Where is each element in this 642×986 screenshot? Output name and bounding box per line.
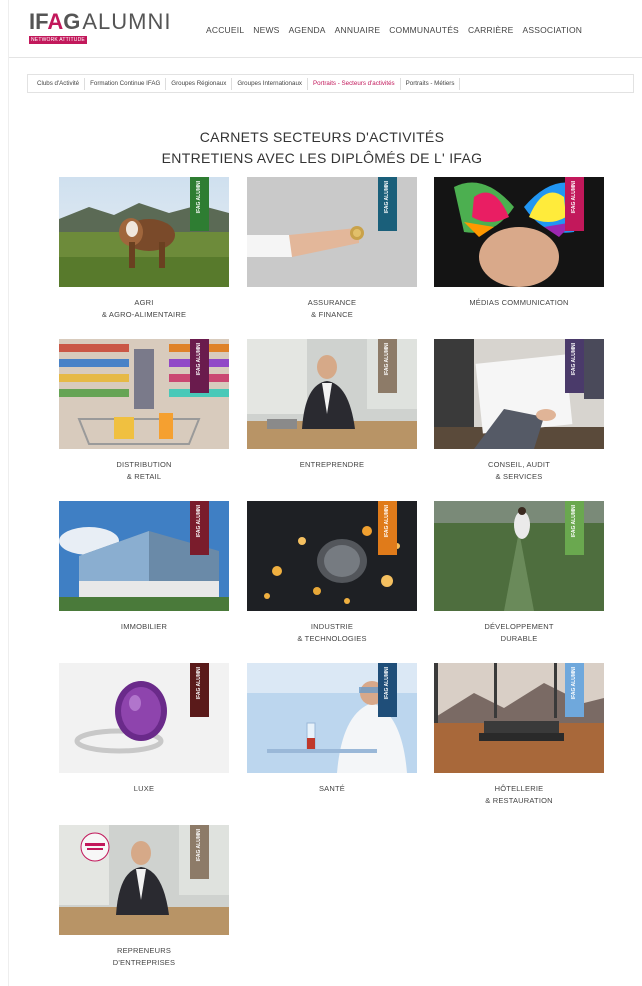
subnav-portraits-metiers[interactable]: Portraits - Métiers bbox=[401, 77, 461, 90]
sector-caption: AGRI & AGRO-ALIMENTAIRE bbox=[101, 298, 187, 319]
sector-card-entreprendre[interactable]: IFAG ALUMNI ENTREPRENDRE bbox=[247, 339, 417, 471]
lab-scientist-image: IFAG ALUMNI bbox=[247, 663, 417, 773]
sector-card-repreneurs[interactable]: IFAG ALUMNI REPRENEURS D'ENTREPRISES bbox=[59, 825, 229, 969]
nav-accueil[interactable]: ACCUEIL bbox=[206, 25, 244, 35]
ifag-alumni-logo[interactable]: IFAGALUMNI NETWORK ATTITUDE bbox=[29, 10, 171, 50]
sector-card-hotellerie[interactable]: IFAG ALUMNI HÔTELLERIE & RESTAURATION bbox=[434, 663, 604, 807]
sector-caption: LUXE bbox=[133, 784, 155, 793]
sector-caption: IMMOBILIER bbox=[120, 622, 168, 631]
ifag-alumni-ribbon: IFAG ALUMNI bbox=[190, 177, 209, 231]
ifag-alumni-ribbon: IFAG ALUMNI bbox=[378, 663, 397, 717]
sector-caption: HÔTELLERIE & RESTAURATION bbox=[485, 784, 553, 805]
page-subtitle: ENTRETIENS AVEC LES DIPLÔMÉS DE L' IFAG bbox=[161, 150, 483, 166]
sector-card-agri[interactable]: IFAG ALUMNI AGRI & AGRO-ALIMENTAIRE bbox=[59, 177, 229, 321]
ifag-alumni-ribbon: IFAG ALUMNI bbox=[190, 339, 209, 393]
amethyst-ring-image: IFAG ALUMNI bbox=[59, 663, 229, 773]
page-heading: CARNETS SECTEURS D'ACTIVITÉS ENTRETIENS … bbox=[1, 127, 642, 169]
ifag-alumni-ribbon: IFAG ALUMNI bbox=[378, 501, 397, 555]
nav-association[interactable]: ASSOCIATION bbox=[522, 25, 582, 35]
sector-card-immobilier[interactable]: IFAG ALUMNI IMMOBILIER bbox=[59, 501, 229, 633]
ifag-alumni-ribbon: IFAG ALUMNI bbox=[565, 177, 584, 231]
glass-building-image: IFAG ALUMNI bbox=[59, 501, 229, 611]
logo-alumni-text: ALUMNI bbox=[82, 9, 172, 34]
logo-ifag-text: IFAG bbox=[29, 9, 81, 34]
cow-in-meadow-image: IFAG ALUMNI bbox=[59, 177, 229, 287]
nav-agenda[interactable]: AGENDA bbox=[289, 25, 326, 35]
sector-caption: ASSURANCE & FINANCE bbox=[307, 298, 357, 319]
nav-carriere[interactable]: CARRIÈRE bbox=[468, 25, 514, 35]
ifag-alumni-ribbon: IFAG ALUMNI bbox=[565, 663, 584, 717]
sector-caption: CONSEIL, AUDIT & SERVICES bbox=[488, 460, 550, 481]
sector-caption: ENTREPRENDRE bbox=[299, 460, 365, 469]
subnav-groupes-regionaux[interactable]: Groupes Régionaux bbox=[166, 77, 233, 90]
sector-card-assurance[interactable]: IFAG ALUMNI ASSURANCE & FINANCE bbox=[247, 177, 417, 321]
sector-caption: REPRENEURS D'ENTREPRISES bbox=[112, 946, 176, 967]
sector-card-sante[interactable]: IFAG ALUMNI SANTÉ bbox=[247, 663, 417, 795]
sector-caption: MÉDIAS COMMUNICATION bbox=[469, 298, 569, 307]
nav-communautes[interactable]: COMMUNAUTÉS bbox=[389, 25, 459, 35]
light-bulb-bokeh-image: IFAG ALUMNI bbox=[247, 501, 417, 611]
ifag-alumni-ribbon: IFAG ALUMNI bbox=[378, 177, 397, 231]
supermarket-cart-image: IFAG ALUMNI bbox=[59, 339, 229, 449]
sector-card-industrie[interactable]: IFAG ALUMNI INDUSTRIE & TECHNOLOGIES bbox=[247, 501, 417, 645]
sector-caption: INDUSTRIE & TECHNOLOGIES bbox=[297, 622, 367, 643]
hotel-bed-mountains-image: IFAG ALUMNI bbox=[434, 663, 604, 773]
person-in-field-image: IFAG ALUMNI bbox=[434, 501, 604, 611]
sector-card-medias[interactable]: IFAG ALUMNI MÉDIAS COMMUNICATION bbox=[434, 177, 604, 309]
main-nav: ACCUEIL NEWS AGENDA ANNUAIRE COMMUNAUTÉS… bbox=[206, 25, 582, 35]
sector-caption: DÉVELOPPEMENT DURABLE bbox=[484, 622, 554, 643]
sector-card-luxe[interactable]: IFAG ALUMNI LUXE bbox=[59, 663, 229, 795]
nav-annuaire[interactable]: ANNUAIRE bbox=[335, 25, 381, 35]
page: IFAGALUMNI NETWORK ATTITUDE ACCUEIL NEWS… bbox=[8, 0, 642, 986]
site-header: IFAGALUMNI NETWORK ATTITUDE ACCUEIL NEWS… bbox=[9, 0, 642, 58]
ifag-alumni-ribbon: IFAG ALUMNI bbox=[565, 501, 584, 555]
businessman-office-image: IFAG ALUMNI bbox=[247, 339, 417, 449]
page-title: CARNETS SECTEURS D'ACTIVITÉS bbox=[199, 129, 445, 145]
businessman-office-image: IFAG ALUMNI bbox=[59, 825, 229, 935]
nav-news[interactable]: NEWS bbox=[253, 25, 279, 35]
ifag-alumni-ribbon: IFAG ALUMNI bbox=[190, 501, 209, 555]
subnav-groupes-internationaux[interactable]: Groupes Internationaux bbox=[232, 77, 308, 90]
sector-caption: DISTRIBUTION & RETAIL bbox=[116, 460, 172, 481]
sector-card-developpement[interactable]: IFAG ALUMNI DÉVELOPPEMENT DURABLE bbox=[434, 501, 604, 645]
sub-navigation: Clubs d'Activité Formation Continue IFAG… bbox=[27, 74, 634, 93]
sector-card-distribution[interactable]: IFAG ALUMNI DISTRIBUTION & RETAIL bbox=[59, 339, 229, 483]
sector-card-conseil[interactable]: IFAG ALUMNI CONSEIL, AUDIT & SERVICES bbox=[434, 339, 604, 483]
logo-tagline: NETWORK ATTITUDE bbox=[29, 36, 87, 44]
sector-caption: SANTÉ bbox=[318, 784, 345, 793]
subnav-clubs-activite[interactable]: Clubs d'Activité bbox=[32, 77, 86, 90]
subnav-formation-continue[interactable]: Formation Continue IFAG bbox=[85, 77, 167, 90]
painted-hands-image: IFAG ALUMNI bbox=[434, 177, 604, 287]
ifag-alumni-ribbon: IFAG ALUMNI bbox=[565, 339, 584, 393]
hand-holding-coin-image: IFAG ALUMNI bbox=[247, 177, 417, 287]
signing-document-image: IFAG ALUMNI bbox=[434, 339, 604, 449]
ifag-alumni-ribbon: IFAG ALUMNI bbox=[190, 663, 209, 717]
subnav-portraits-secteurs[interactable]: Portraits - Secteurs d'activités bbox=[308, 77, 401, 90]
ifag-alumni-ribbon: IFAG ALUMNI bbox=[190, 825, 209, 879]
ifag-alumni-ribbon: IFAG ALUMNI bbox=[378, 339, 397, 393]
